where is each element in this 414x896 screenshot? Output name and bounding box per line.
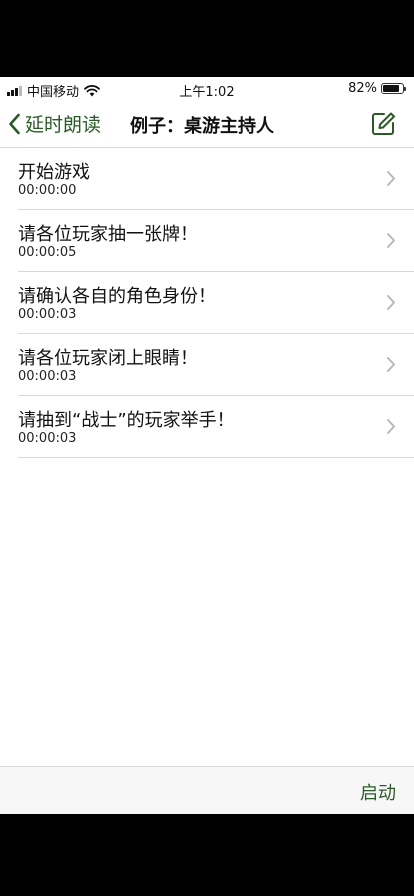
list-item-title: 请确认各自的角色身份！ (18, 286, 216, 307)
list-item-time: 00:00:00 (18, 183, 77, 198)
compose-icon (372, 112, 395, 135)
navigation-bar: 延时朗读 例子：桌游主持人 (0, 100, 414, 148)
list-item-title: 开始游戏 (18, 162, 90, 183)
list-item-time: 00:00:03 (18, 431, 77, 446)
list-item-title: 请抽到“战士”的玩家举手！ (18, 410, 235, 431)
chevron-left-icon (9, 113, 20, 134)
list-item-title: 请各位玩家抽一张牌！ (18, 224, 198, 245)
list-item-title: 请各位玩家闭上眼睛！ (18, 348, 198, 369)
back-button[interactable]: 延时朗读 (8, 110, 101, 137)
bottom-toolbar: 启动 (0, 766, 414, 814)
page-title: 例子：桌游主持人 (130, 116, 274, 137)
list-item[interactable]: 开始游戏 00:00:00 (18, 148, 414, 210)
list-item[interactable]: 请抽到“战士”的玩家举手！ 00:00:03 (18, 396, 414, 458)
app-screen: 中国移动 上午1:02 82% 延时朗读 例子：桌游主持人 开始游戏 00:00… (0, 77, 414, 814)
status-right: 82% (348, 81, 406, 96)
list-item-time: 00:00:05 (18, 245, 77, 260)
list-item-time: 00:00:03 (18, 369, 77, 384)
list-item[interactable]: 请各位玩家闭上眼睛！ 00:00:03 (18, 334, 414, 396)
chevron-right-icon (387, 233, 395, 248)
battery-fill (383, 85, 399, 92)
chevron-right-icon (387, 419, 395, 434)
chevron-right-icon (387, 171, 395, 186)
battery-percent: 82% (348, 81, 377, 96)
chevron-right-icon (387, 357, 395, 372)
list-item[interactable]: 请确认各自的角色身份！ 00:00:03 (18, 272, 414, 334)
battery-icon (381, 83, 406, 94)
list-item[interactable]: 请各位玩家抽一张牌！ 00:00:05 (18, 210, 414, 272)
list-item-time: 00:00:03 (18, 307, 77, 322)
script-list: 开始游戏 00:00:00 请各位玩家抽一张牌！ 00:00:05 请确认各自的… (0, 148, 414, 458)
compose-button[interactable] (370, 111, 396, 137)
status-bar: 中国移动 上午1:02 82% (0, 77, 414, 100)
back-button-label: 延时朗读 (25, 114, 102, 136)
start-button[interactable]: 启动 (360, 779, 396, 805)
chevron-right-icon (387, 295, 395, 310)
